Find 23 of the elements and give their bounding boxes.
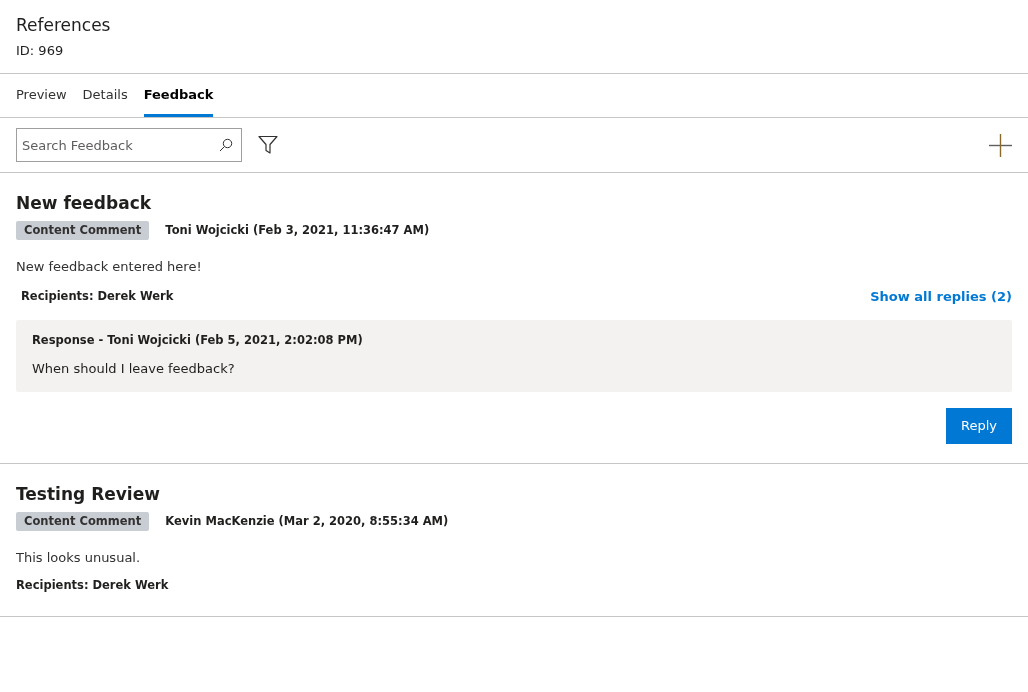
response-heading: Response - Toni Wojcicki (Feb 5, 2021, 2:02:08 PM) bbox=[32, 332, 364, 349]
recipients-text: Recipients: Derek Werk bbox=[21, 287, 174, 305]
tab[interactable]: Preview bbox=[16, 74, 67, 117]
page-title: References bbox=[16, 14, 112, 36]
tab[interactable]: Details bbox=[82, 74, 128, 117]
add-icon[interactable] bbox=[989, 133, 1012, 157]
feedback-title: Testing Review bbox=[16, 482, 161, 505]
search-icon[interactable] bbox=[219, 138, 233, 152]
tab[interactable]: Feedback bbox=[143, 74, 214, 117]
reply-button[interactable]: Reply bbox=[946, 407, 1012, 444]
show-replies-link[interactable]: Show all replies (2) bbox=[870, 286, 1012, 306]
category-tag: Content Comment bbox=[16, 221, 150, 240]
feedback-text: New feedback entered here! bbox=[16, 258, 203, 276]
search-field[interactable]: Search Feedback bbox=[16, 128, 242, 162]
filter-icon[interactable] bbox=[258, 135, 278, 155]
category-tag: Content Comment bbox=[16, 511, 150, 531]
feedback-title: New feedback bbox=[16, 192, 153, 214]
item-id: ID: 969 bbox=[16, 42, 65, 60]
feedback-text: This looks unusual. bbox=[16, 548, 142, 567]
author-timestamp: Toni Wojcicki (Feb 3, 2021, 11:36:47 AM) bbox=[165, 221, 430, 239]
recipients-text: Recipients: Derek Werk bbox=[16, 577, 169, 595]
author-timestamp: Kevin MacKenzie (Mar 2, 2020, 8:55:34 AM) bbox=[165, 512, 449, 530]
response-text: When should I leave feedback? bbox=[32, 360, 236, 379]
